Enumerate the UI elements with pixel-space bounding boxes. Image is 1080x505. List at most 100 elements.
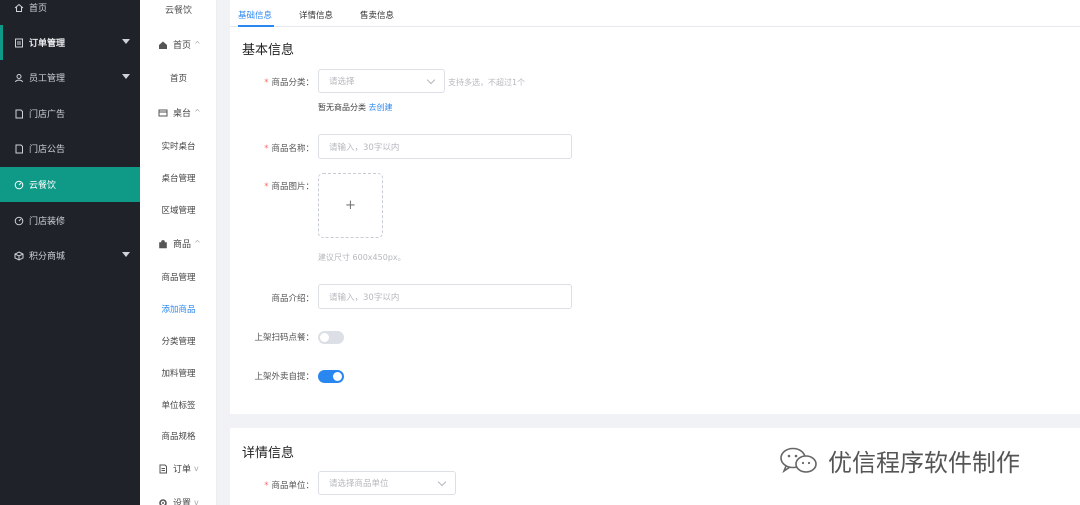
submenu-group-label: 设置	[173, 499, 192, 505]
submenu-group-label: 订单	[173, 465, 192, 475]
scan-order-switch[interactable]	[318, 331, 344, 344]
submenu-group-settings[interactable]: 设置 v	[158, 496, 199, 505]
secondary-menu: 云餐饮 首页 ^ 首页 桌台 ^ 实时桌台 桌台管理 区域管理 商品 ^ 商品管…	[140, 0, 217, 505]
chevron-down-icon	[426, 75, 436, 85]
gauge-icon	[13, 179, 24, 190]
category-note-text: 暂无商品分类	[318, 103, 366, 112]
category-select[interactable]: 请选择	[318, 69, 445, 93]
chevron-down-icon	[122, 74, 130, 79]
intro-label: 商品介绍：	[230, 292, 314, 304]
submenu-link-add-goods[interactable]: 添加商品	[140, 303, 217, 315]
image-label-text: 商品图片：	[271, 182, 314, 192]
list-icon	[13, 37, 24, 48]
required-mark: *	[264, 182, 269, 192]
submenu-group-label: 首页	[173, 41, 192, 51]
sidebar-item-store-decoration[interactable]: 门店装修	[0, 203, 140, 238]
basic-info-card: 基本信息 * 商品分类： 请选择 支持多选，不超过1个 暂无商品分类 去创建 * 商…	[230, 27, 1080, 414]
required-mark: *	[264, 78, 269, 88]
unit-label-text: 商品单位：	[271, 481, 314, 491]
chevron-down-icon	[122, 252, 130, 257]
doc-icon	[13, 108, 24, 119]
home-icon	[159, 41, 167, 49]
required-mark: *	[264, 144, 269, 154]
chevron-up-icon: ^	[194, 108, 201, 117]
table-icon	[158, 109, 168, 116]
unit-select[interactable]: 请选择商品单位	[318, 471, 456, 495]
tab-detail-info[interactable]: 详情信息	[299, 9, 333, 21]
sidebar-item-cloud-dining[interactable]: 云餐饮	[0, 167, 140, 202]
submenu-link-area-manage[interactable]: 区域管理	[140, 204, 217, 216]
sidebar-item-label: 门店装修	[29, 217, 66, 227]
sidebar-item-label: 积分商城	[29, 252, 66, 262]
watermark-text: 优信程序软件制作	[828, 449, 1020, 477]
unit-label: * 商品单位：	[230, 479, 314, 491]
sidebar-item-label: 门店广告	[29, 110, 66, 120]
tab-basic-info[interactable]: 基础信息	[238, 9, 272, 21]
takeaway-label: 上架外卖自提：	[254, 372, 314, 382]
category-label: * 商品分类：	[230, 76, 314, 88]
sidebar-item-store-ads[interactable]: 门店广告	[0, 96, 140, 131]
submenu-link-home[interactable]: 首页	[140, 72, 217, 84]
takeaway-switch[interactable]	[318, 370, 344, 383]
submenu-link-realtime-table[interactable]: 实时桌台	[140, 140, 217, 152]
submenu-group-label: 商品	[173, 240, 192, 250]
category-label-text: 商品分类：	[271, 78, 314, 88]
tab-sale-info[interactable]: 售卖信息	[360, 9, 394, 21]
plus-icon: +	[345, 198, 356, 213]
doc-icon	[13, 143, 24, 154]
gear-icon	[159, 498, 167, 505]
image-label: * 商品图片：	[230, 180, 314, 192]
active-marker	[0, 25, 3, 60]
submenu-link-category-manage[interactable]: 分类管理	[140, 335, 217, 347]
chevron-down-icon	[437, 477, 447, 487]
category-note: 暂无商品分类 去创建	[318, 102, 393, 113]
wechat-icon	[780, 447, 817, 473]
sidebar-item-orders[interactable]: 订单管理	[0, 25, 140, 60]
submenu-link-table-manage[interactable]: 桌台管理	[140, 172, 217, 184]
name-label: * 商品名称：	[230, 142, 314, 154]
goods-intro-placeholder: 请输入，30字以内	[329, 292, 400, 303]
image-upload-button[interactable]: +	[318, 173, 383, 238]
required-mark: *	[264, 481, 269, 491]
name-label-text: 商品名称：	[271, 144, 314, 154]
sidebar-item-label: 首页	[29, 4, 48, 14]
box-icon	[13, 250, 24, 261]
create-category-link[interactable]: 去创建	[369, 103, 393, 112]
sidebar-item-points-mall[interactable]: 积分商城	[0, 238, 140, 273]
submenu-link-unit-tag[interactable]: 单位标签	[140, 399, 217, 411]
sidebar-item-label: 门店公告	[29, 145, 66, 155]
submenu-link-addon-manage[interactable]: 加料管理	[140, 367, 217, 379]
chevron-down-icon	[122, 39, 130, 44]
category-hint: 支持多选，不超过1个	[448, 78, 526, 87]
sidebar-item-label: 云餐饮	[29, 181, 57, 191]
gauge-icon	[13, 215, 24, 226]
sidebar-item-home[interactable]: 首页	[0, 0, 140, 25]
sidebar-item-store-notice[interactable]: 门店公告	[0, 131, 140, 166]
home-icon	[13, 2, 24, 13]
main-sidebar: 首页 订单管理 员工管理 门店广告 门店公告 云餐饮 门店装修 积分商城	[0, 0, 140, 505]
submenu-group-home[interactable]: 首页 ^	[158, 38, 201, 51]
goods-intro-input[interactable]: 请输入，30字以内	[318, 284, 572, 309]
submenu-group-orders[interactable]: 订单 v	[158, 462, 199, 475]
submenu-group-goods[interactable]: 商品 ^	[158, 237, 201, 250]
watermark: 优信程序软件制作	[778, 443, 1020, 478]
submenu-link-goods-manage[interactable]: 商品管理	[140, 271, 217, 283]
sidebar-item-label: 订单管理	[29, 39, 66, 49]
submenu-title: 云餐饮	[164, 6, 192, 16]
main-content: 基础信息 详情信息 售卖信息 基本信息 * 商品分类： 请选择 支持多选，不超过1…	[230, 0, 1080, 505]
scan-order-label: 上架扫码点餐：	[254, 333, 314, 343]
chevron-up-icon: ^	[194, 239, 201, 248]
submenu-link-goods-spec[interactable]: 商品规格	[140, 430, 217, 442]
bag-icon	[159, 239, 167, 248]
sidebar-item-staff[interactable]: 员工管理	[0, 60, 140, 95]
goods-name-placeholder: 请输入，30字以内	[329, 142, 400, 153]
submenu-group-label: 桌台	[173, 109, 192, 119]
section-title-detail: 详情信息	[242, 446, 295, 461]
goods-name-input[interactable]: 请输入，30字以内	[318, 134, 572, 159]
chevron-down-icon: v	[194, 464, 199, 473]
doc-icon	[159, 464, 167, 473]
intro-label-text: 商品介绍：	[271, 294, 314, 304]
chevron-down-icon: v	[194, 498, 199, 505]
submenu-group-table[interactable]: 桌台 ^	[158, 106, 201, 119]
unit-placeholder: 请选择商品单位	[329, 479, 389, 489]
